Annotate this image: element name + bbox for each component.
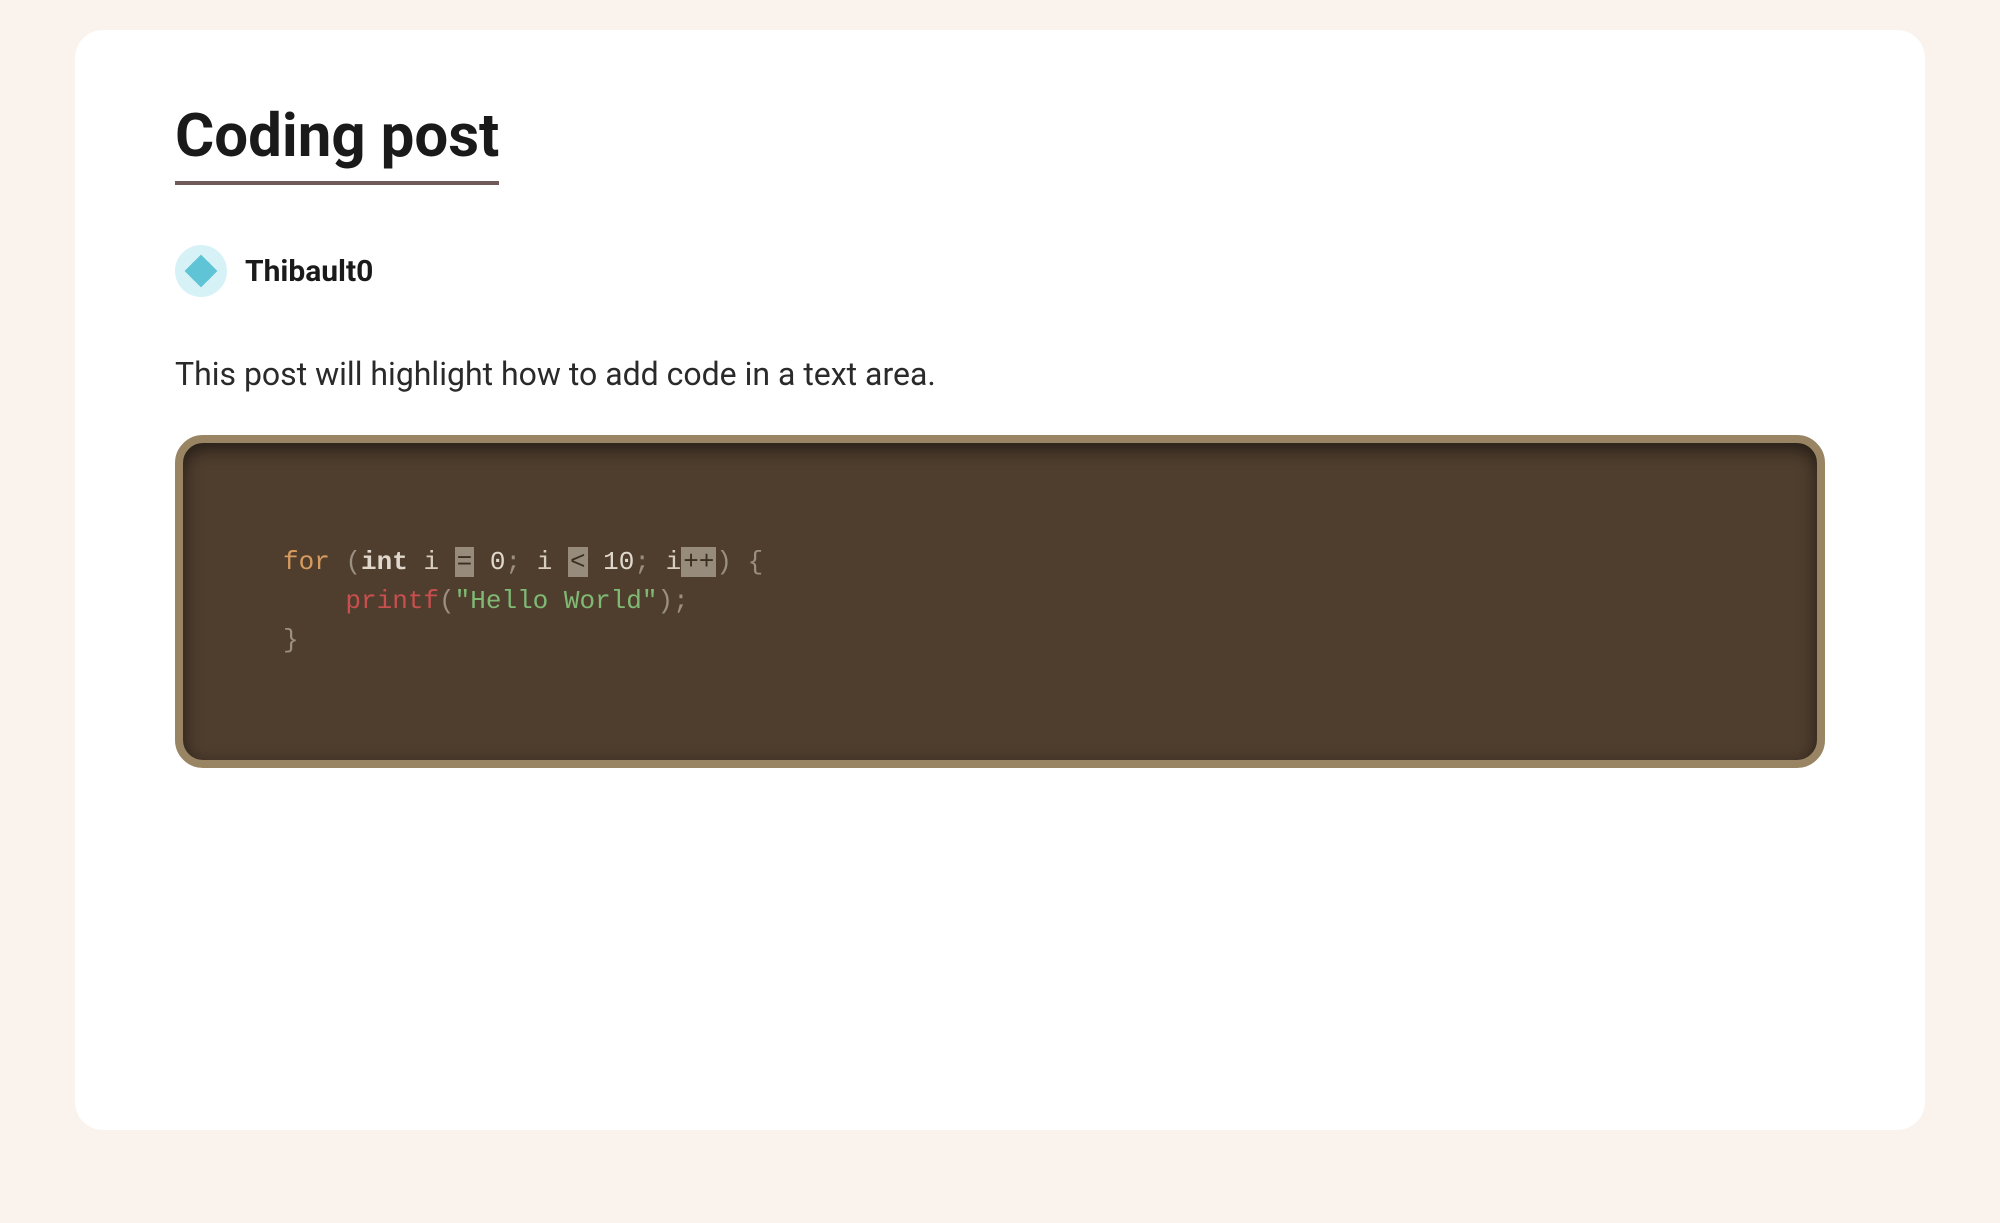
token-eq: = [455, 547, 475, 577]
token-for: for [283, 547, 330, 577]
code-line-1: for (int i = 0; i < 10; i++) { [283, 543, 1747, 582]
author-name[interactable]: Thibault0 [245, 254, 373, 289]
code-line-2: printf("Hello World"); [283, 582, 1747, 621]
token-inc: ++ [681, 547, 716, 577]
code-block: for (int i = 0; i < 10; i++) { printf("H… [175, 435, 1825, 768]
token-open-paren: ( [345, 547, 361, 577]
token-close-brace: } [283, 625, 299, 655]
avatar-diamond-icon [184, 254, 218, 288]
token-zero: 0 [490, 547, 506, 577]
post-title: Coding post [175, 100, 499, 185]
token-semi-3: ; [673, 586, 689, 616]
token-str-close: ) [658, 586, 674, 616]
post-card: Coding post Thibault0 This post will hig… [75, 30, 1925, 1130]
token-semi-1: ; [506, 547, 522, 577]
token-var-i-2: i [537, 547, 553, 577]
avatar[interactable] [175, 245, 227, 297]
author-row: Thibault0 [175, 245, 1825, 297]
token-string: "Hello World" [455, 586, 658, 616]
token-var-i-3: i [666, 547, 682, 577]
post-description: This post will highlight how to add code… [175, 352, 1825, 397]
token-var-i: i [423, 547, 439, 577]
token-semi-2: ; [634, 547, 650, 577]
token-open-brace: { [748, 547, 764, 577]
token-str-open: ( [439, 586, 455, 616]
token-lt: < [568, 547, 588, 577]
token-ten: 10 [603, 547, 634, 577]
token-printf: printf [345, 586, 439, 616]
token-int: int [361, 547, 408, 577]
code-line-3: } [283, 621, 1747, 660]
indent [283, 586, 345, 616]
token-close-paren: ) [716, 547, 732, 577]
